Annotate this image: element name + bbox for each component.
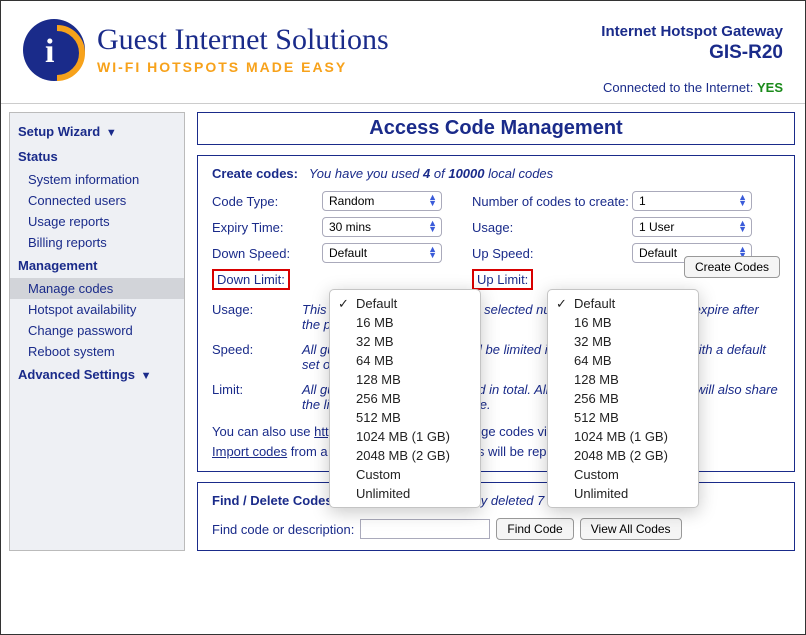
expiry-label: Expiry Time:	[212, 220, 322, 235]
dropdown-option[interactable]: 32 MB	[330, 332, 480, 351]
brand-tagline: WI-FI HOTSPOTS MADE EASY	[97, 59, 389, 75]
create-codes-intro: You have you used 4 of 10000 local codes	[309, 166, 553, 181]
dropdown-option[interactable]: 256 MB	[330, 389, 480, 408]
sidebar-item-billing-reports[interactable]: Billing reports	[10, 232, 184, 253]
sidebar-item-system-information[interactable]: System information	[10, 169, 184, 190]
dropdown-option[interactable]: 512 MB	[548, 408, 698, 427]
dropdown-option[interactable]: 1024 MB (1 GB)	[330, 427, 480, 446]
main: Access Code Management Create codes: You…	[185, 104, 805, 551]
up-limit-label: Up Limit:	[472, 269, 533, 290]
page-title: Access Code Management	[197, 112, 795, 145]
dropdown-option[interactable]: Unlimited	[330, 484, 480, 503]
chevron-updown-icon: ▲▼	[428, 194, 437, 206]
also-text: You can also use	[212, 424, 314, 439]
logo-icon	[23, 19, 85, 81]
dropdown-option[interactable]: 1024 MB (1 GB)	[548, 427, 698, 446]
usage-label: Usage:	[472, 220, 632, 235]
find-code-input[interactable]	[360, 519, 490, 539]
sidebar-item-reboot-system[interactable]: Reboot system	[10, 341, 184, 362]
create-codes-title: Create codes:	[212, 166, 298, 181]
sidebar-status[interactable]: Status	[10, 144, 184, 169]
down-speed-label: Down Speed:	[212, 246, 322, 261]
dropdown-option[interactable]: Unlimited	[548, 484, 698, 503]
dropdown-option[interactable]: 64 MB	[548, 351, 698, 370]
dropdown-option[interactable]: 16 MB	[548, 313, 698, 332]
sidebar: Setup Wizard ▼ Status System information…	[9, 112, 185, 551]
dropdown-option[interactable]: 2048 MB (2 GB)	[548, 446, 698, 465]
brand-title: Guest Internet Solutions	[97, 25, 389, 55]
sidebar-management[interactable]: Management	[10, 253, 184, 278]
brand: Guest Internet Solutions WI-FI HOTSPOTS …	[23, 19, 389, 81]
sidebar-setup-wizard-label: Setup Wizard	[18, 124, 100, 139]
gateway-label: Internet Hotspot Gateway	[601, 23, 783, 40]
up-limit-dropdown[interactable]: Default 16 MB 32 MB 64 MB 128 MB 256 MB …	[547, 289, 699, 508]
sidebar-advanced-label: Advanced Settings	[18, 367, 135, 382]
dropdown-option[interactable]: 64 MB	[330, 351, 480, 370]
num-codes-label: Number of codes to create:	[472, 194, 632, 209]
chevron-updown-icon: ▲▼	[738, 220, 747, 232]
dropdown-option[interactable]: Default	[330, 294, 480, 313]
dropdown-option[interactable]: 32 MB	[548, 332, 698, 351]
explain-usage-label: Usage:	[212, 302, 302, 332]
find-code-button[interactable]: Find Code	[496, 518, 573, 540]
sidebar-advanced-settings[interactable]: Advanced Settings ▼	[10, 362, 184, 387]
down-limit-label: Down Limit:	[212, 269, 290, 290]
num-codes-select[interactable]: 1▲▼	[632, 191, 752, 211]
chevron-updown-icon: ▲▼	[428, 220, 437, 232]
header: Guest Internet Solutions WI-FI HOTSPOTS …	[1, 1, 805, 104]
chevron-updown-icon: ▲▼	[738, 194, 747, 206]
find-delete-panel: Find / Delete Codes: Codes are automatic…	[197, 482, 795, 551]
find-label: Find code or description:	[212, 522, 354, 537]
down-speed-select[interactable]: Default▲▼	[322, 243, 442, 263]
chevron-down-icon: ▼	[141, 370, 152, 382]
conn-status: YES	[757, 80, 783, 95]
explain-speed-label: Speed:	[212, 342, 302, 372]
sidebar-item-connected-users[interactable]: Connected users	[10, 190, 184, 211]
create-codes-panel: Create codes: You have you used 4 of 100…	[197, 155, 795, 472]
code-type-select[interactable]: Random▲▼	[322, 191, 442, 211]
dropdown-option[interactable]: Default	[548, 294, 698, 313]
sidebar-item-manage-codes[interactable]: Manage codes	[10, 278, 184, 299]
dropdown-option[interactable]: Custom	[548, 465, 698, 484]
dropdown-option[interactable]: Custom	[330, 465, 480, 484]
code-type-label: Code Type:	[212, 194, 322, 209]
header-right: Internet Hotspot Gateway GIS-R20 Connect…	[601, 19, 783, 95]
conn-label: Connected to the Internet:	[603, 80, 753, 95]
explain-limit-label: Limit:	[212, 382, 302, 412]
sidebar-item-usage-reports[interactable]: Usage reports	[10, 211, 184, 232]
dropdown-option[interactable]: 128 MB	[548, 370, 698, 389]
dropdown-option[interactable]: 256 MB	[548, 389, 698, 408]
chevron-down-icon: ▼	[106, 127, 117, 139]
create-codes-button[interactable]: Create Codes	[684, 256, 780, 278]
dropdown-option[interactable]: 512 MB	[330, 408, 480, 427]
import-codes-link[interactable]: Import codes	[212, 444, 287, 459]
dropdown-option[interactable]: 128 MB	[330, 370, 480, 389]
expiry-select[interactable]: 30 mins▲▼	[322, 217, 442, 237]
view-all-codes-button[interactable]: View All Codes	[580, 518, 682, 540]
down-limit-dropdown[interactable]: Default 16 MB 32 MB 64 MB 128 MB 256 MB …	[329, 289, 481, 508]
sidebar-item-hotspot-availability[interactable]: Hotspot availability	[10, 299, 184, 320]
sidebar-setup-wizard[interactable]: Setup Wizard ▼	[10, 119, 184, 144]
usage-select[interactable]: 1 User▲▼	[632, 217, 752, 237]
model-label: GIS-R20	[601, 42, 783, 64]
sidebar-item-change-password[interactable]: Change password	[10, 320, 184, 341]
find-title: Find / Delete Codes:	[212, 493, 337, 508]
dropdown-option[interactable]: 16 MB	[330, 313, 480, 332]
up-speed-label: Up Speed:	[472, 246, 632, 261]
chevron-updown-icon: ▲▼	[428, 246, 437, 258]
dropdown-option[interactable]: 2048 MB (2 GB)	[330, 446, 480, 465]
